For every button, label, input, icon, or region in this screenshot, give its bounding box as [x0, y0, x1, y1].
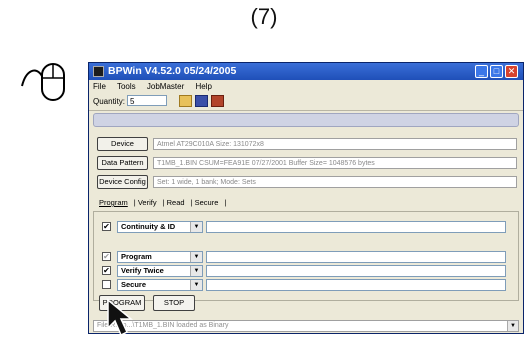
- minimize-button[interactable]: _: [475, 65, 488, 78]
- tab-verify[interactable]: Verify: [138, 198, 157, 207]
- chevron-down-icon: ▼: [190, 222, 202, 232]
- close-button[interactable]: ✕: [505, 65, 518, 78]
- menu-file[interactable]: File: [93, 82, 106, 91]
- data-pattern-button[interactable]: Data Pattern: [97, 156, 148, 170]
- program-progress-bar: [206, 251, 506, 263]
- continuity-select[interactable]: Continuity & ID ▼: [117, 221, 203, 233]
- step-label: (7): [250, 4, 278, 29]
- verify-progress-bar: [206, 265, 506, 277]
- open-folder-icon[interactable]: [179, 95, 192, 107]
- quantity-input[interactable]: 5: [127, 95, 167, 106]
- chevron-down-icon: ▼: [190, 252, 202, 262]
- device-panel-header: [93, 113, 519, 127]
- continuity-select-label: Continuity & ID: [121, 222, 176, 231]
- save-disk-icon[interactable]: [195, 95, 208, 107]
- tool-icon[interactable]: [211, 95, 224, 107]
- continuity-checkbox[interactable]: ✔: [102, 222, 111, 231]
- status-bar: File R:\Jo...\T1MB_1.BIN loaded as Binar…: [93, 320, 519, 332]
- verify-checkbox[interactable]: ✔: [102, 266, 111, 275]
- secure-checkbox[interactable]: [102, 280, 111, 289]
- program-select[interactable]: Program ▼: [117, 251, 203, 263]
- device-field: Atmel AT29C010A Size: 131072x8: [153, 138, 517, 150]
- secure-progress-bar: [206, 279, 506, 291]
- chevron-down-icon: ▼: [190, 280, 202, 290]
- app-icon: [93, 66, 104, 77]
- menu-help[interactable]: Help: [195, 82, 211, 91]
- device-button[interactable]: Device: [97, 137, 148, 151]
- mouse-click-icon: [21, 63, 65, 101]
- continuity-progress-bar: [206, 221, 506, 233]
- menu-jobmaster[interactable]: JobMaster: [147, 82, 184, 91]
- tab-program[interactable]: Program: [99, 198, 128, 207]
- program-checkbox[interactable]: ✔: [102, 252, 111, 261]
- stop-button[interactable]: STOP: [153, 295, 195, 311]
- chevron-down-icon[interactable]: ▼: [507, 321, 518, 331]
- verify-select[interactable]: Verify Twice ▼: [117, 265, 203, 277]
- title-bar: BPWin V4.52.0 05/24/2005 _ □ ✕: [89, 63, 523, 80]
- maximize-button[interactable]: □: [490, 65, 503, 78]
- device-config-button[interactable]: Device Config: [97, 175, 148, 189]
- toolbar: Quantity: 5: [89, 93, 523, 111]
- menu-tools[interactable]: Tools: [117, 82, 136, 91]
- chevron-down-icon: ▼: [190, 266, 202, 276]
- menu-bar: File Tools JobMaster Help: [89, 80, 523, 93]
- mouse-pointer-icon: [107, 298, 134, 337]
- data-pattern-field: T1MB_1.BIN CSUM=FEA91E 07/27/2001 Buffer…: [153, 157, 517, 169]
- secure-select[interactable]: Secure ▼: [117, 279, 203, 291]
- tab-secure[interactable]: Secure: [195, 198, 219, 207]
- verify-select-label: Verify Twice: [121, 266, 164, 275]
- operation-tabs: Program | Verify | Read | Secure |: [99, 198, 227, 207]
- device-config-field: Set: 1 wide, 1 bank; Mode: Sets: [153, 176, 517, 188]
- bpwin-window: BPWin V4.52.0 05/24/2005 _ □ ✕ File Tool…: [88, 62, 524, 334]
- secure-select-label: Secure: [121, 280, 147, 289]
- tab-read[interactable]: Read: [167, 198, 185, 207]
- quantity-label: Quantity:: [93, 97, 126, 106]
- program-select-label: Program: [121, 252, 152, 261]
- window-title: BPWin V4.52.0 05/24/2005: [108, 65, 237, 77]
